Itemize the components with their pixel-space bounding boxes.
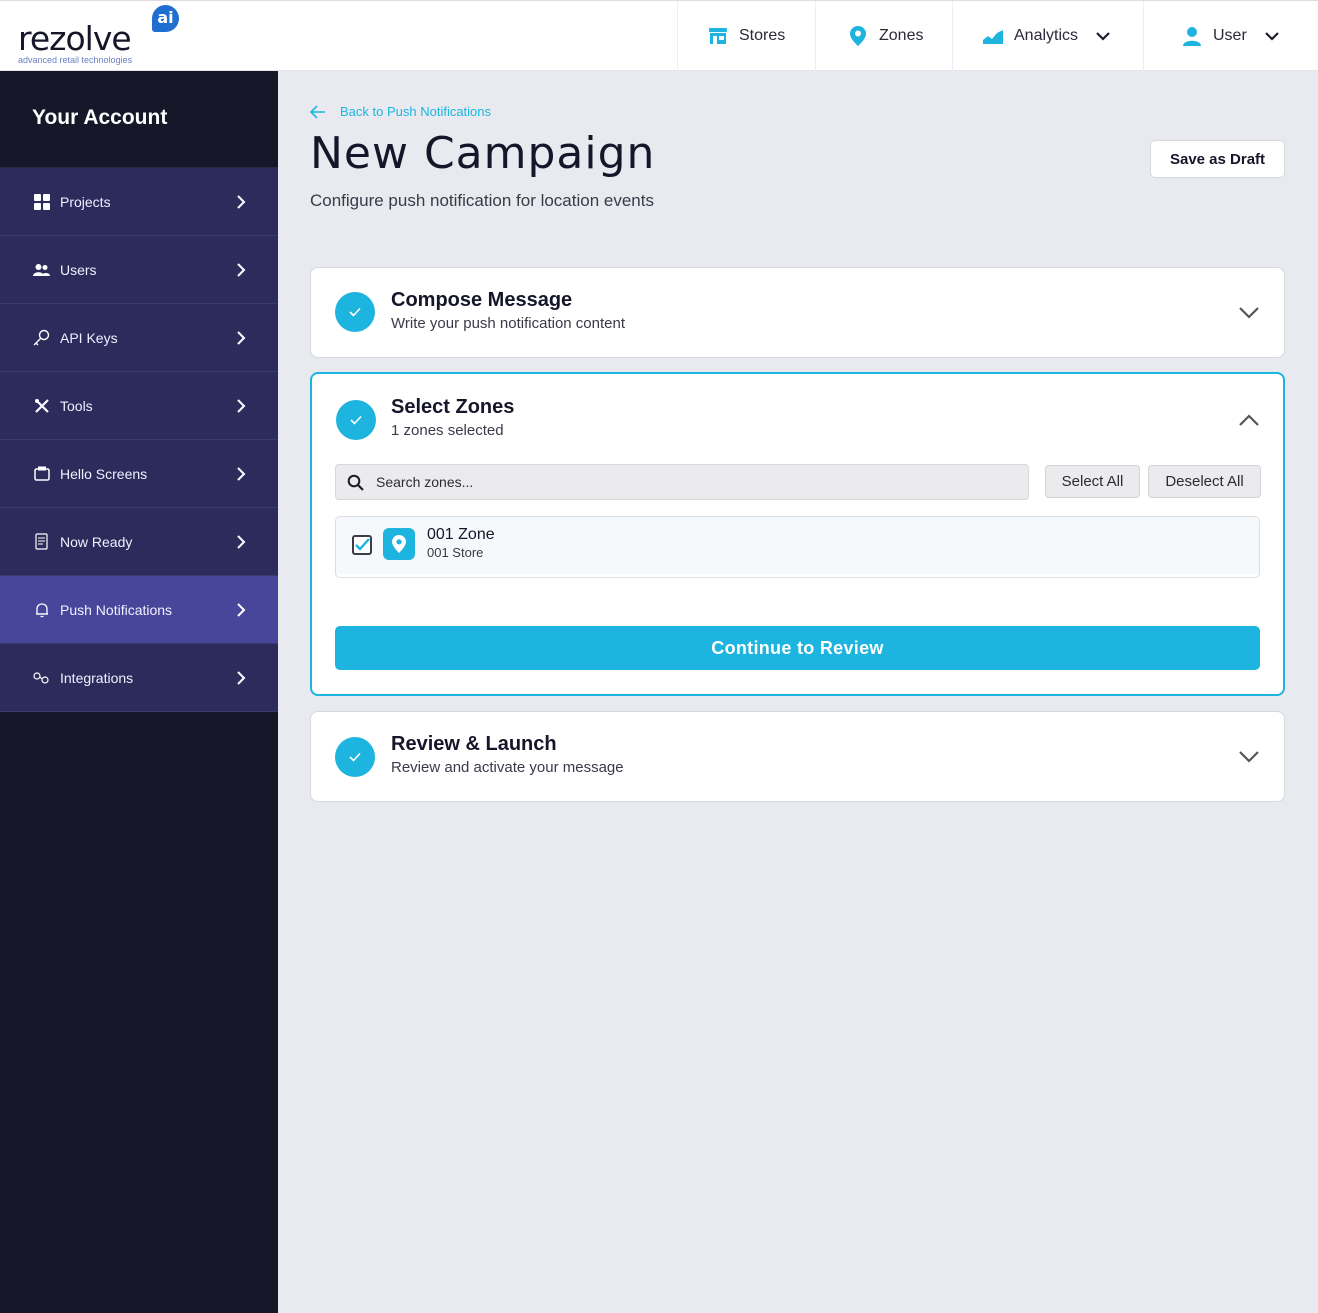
chevron-right-icon (237, 399, 246, 413)
zone-name: 001 Zone (427, 526, 495, 543)
chevron-down-icon[interactable] (1238, 750, 1260, 764)
sidebar-item-label: Push Notifications (60, 601, 173, 618)
step-title: Review & Launch (391, 733, 557, 755)
deselect-all-button[interactable]: Deselect All (1148, 465, 1261, 498)
step-subtitle: 1 zones selected (391, 422, 504, 439)
document-icon (33, 533, 50, 550)
zone-search (335, 464, 1029, 500)
nav-zones[interactable]: Zones (815, 1, 952, 71)
sidebar-item-now-ready[interactable]: Now Ready (0, 508, 278, 576)
location-pin-icon (383, 528, 415, 560)
integrations-icon (33, 669, 50, 686)
store-icon (708, 26, 728, 46)
save-draft-button[interactable]: Save as Draft (1150, 140, 1285, 178)
check-icon (336, 400, 376, 440)
chevron-down-icon[interactable] (1238, 306, 1260, 320)
chevron-right-icon (237, 195, 246, 209)
nav-stores-label: Stores (739, 27, 786, 44)
back-link[interactable]: Back to Push Notifications (310, 104, 491, 119)
logo-tagline: advanced retail technologies (18, 55, 133, 65)
checkmark-icon (355, 538, 370, 551)
sidebar-title: Your Account (0, 71, 278, 168)
chevron-right-icon (237, 263, 246, 277)
nav-stores[interactable]: Stores (677, 1, 815, 71)
check-icon (335, 292, 375, 332)
nav-zones-label: Zones (879, 27, 924, 44)
zone-list-item[interactable]: 001 Zone 001 Store (335, 516, 1260, 578)
sidebar-item-tools[interactable]: Tools (0, 372, 278, 440)
sidebar-item-users[interactable]: Users (0, 236, 278, 304)
step-subtitle: Write your push notification content (391, 315, 626, 332)
select-all-button[interactable]: Select All (1045, 465, 1140, 498)
step-title: Select Zones (391, 396, 515, 418)
chevron-down-icon (1096, 28, 1112, 44)
chevron-right-icon (237, 535, 246, 549)
sidebar-item-label: Hello Screens (60, 465, 148, 482)
sidebar-item-label: Now Ready (60, 533, 133, 550)
zone-store: 001 Store (427, 545, 484, 560)
nav-user-label: User (1213, 27, 1247, 44)
step-compose-message[interactable]: Compose Message Write your push notifica… (310, 267, 1285, 358)
main-content: Back to Push Notifications New Campaign … (278, 71, 1318, 1313)
sidebar-item-hello-screens[interactable]: Hello Screens (0, 440, 278, 508)
sidebar-item-api-keys[interactable]: API Keys (0, 304, 278, 372)
sidebar-item-label: Users (60, 261, 97, 278)
nav-analytics[interactable]: Analytics (952, 1, 1143, 71)
chevron-right-icon (237, 467, 246, 481)
key-icon (33, 329, 50, 346)
bell-icon (33, 601, 50, 618)
user-icon (1182, 26, 1202, 46)
page-subtitle: Configure push notification for location… (310, 191, 654, 210)
rezolve-logo[interactable]: rezolve ai advanced retail technologies (18, 5, 188, 67)
arrow-left-icon (310, 104, 325, 119)
step-subtitle: Review and activate your message (391, 759, 624, 776)
sidebar-item-projects[interactable]: Projects (0, 168, 278, 236)
nav-analytics-label: Analytics (1014, 27, 1079, 44)
tools-icon (33, 397, 50, 414)
logo-ai-badge: ai (152, 5, 179, 32)
check-icon (335, 737, 375, 777)
sidebar-item-push-notifications[interactable]: Push Notifications (0, 576, 278, 644)
sidebar-item-label: Integrations (60, 669, 134, 686)
sidebar: Your Account Projects Users API Keys Too… (0, 71, 278, 1313)
sidebar-item-label: API Keys (60, 329, 118, 346)
chevron-right-icon (237, 671, 246, 685)
zone-checkbox[interactable] (352, 535, 372, 555)
continue-to-review-button[interactable]: Continue to Review (335, 626, 1260, 670)
window-icon (33, 465, 50, 482)
location-pin-icon (848, 26, 868, 46)
users-icon (33, 261, 50, 278)
chart-icon (983, 26, 1003, 46)
logo-wordmark: rezolve (18, 19, 132, 58)
search-icon (347, 474, 364, 491)
grid-icon (33, 193, 50, 210)
step-title: Compose Message (391, 289, 573, 311)
nav-user[interactable]: User (1143, 1, 1318, 71)
back-link-label: Back to Push Notifications (340, 104, 492, 119)
chevron-right-icon (237, 331, 246, 345)
chevron-right-icon (237, 603, 246, 617)
sidebar-item-label: Tools (60, 397, 93, 414)
sidebar-item-label: Projects (60, 193, 111, 210)
chevron-up-icon[interactable] (1238, 413, 1260, 427)
top-bar: rezolve ai advanced retail technologies … (0, 0, 1318, 71)
zone-search-input[interactable] (376, 465, 1016, 499)
sidebar-item-integrations[interactable]: Integrations (0, 644, 278, 712)
top-nav: Stores Zones Analytics User (677, 1, 1318, 71)
step-review-launch[interactable]: Review & Launch Review and activate your… (310, 711, 1285, 802)
page-title: New Campaign (310, 128, 656, 179)
chevron-down-icon (1265, 28, 1281, 44)
step-select-zones: Select Zones 1 zones selected Select All… (310, 372, 1285, 696)
